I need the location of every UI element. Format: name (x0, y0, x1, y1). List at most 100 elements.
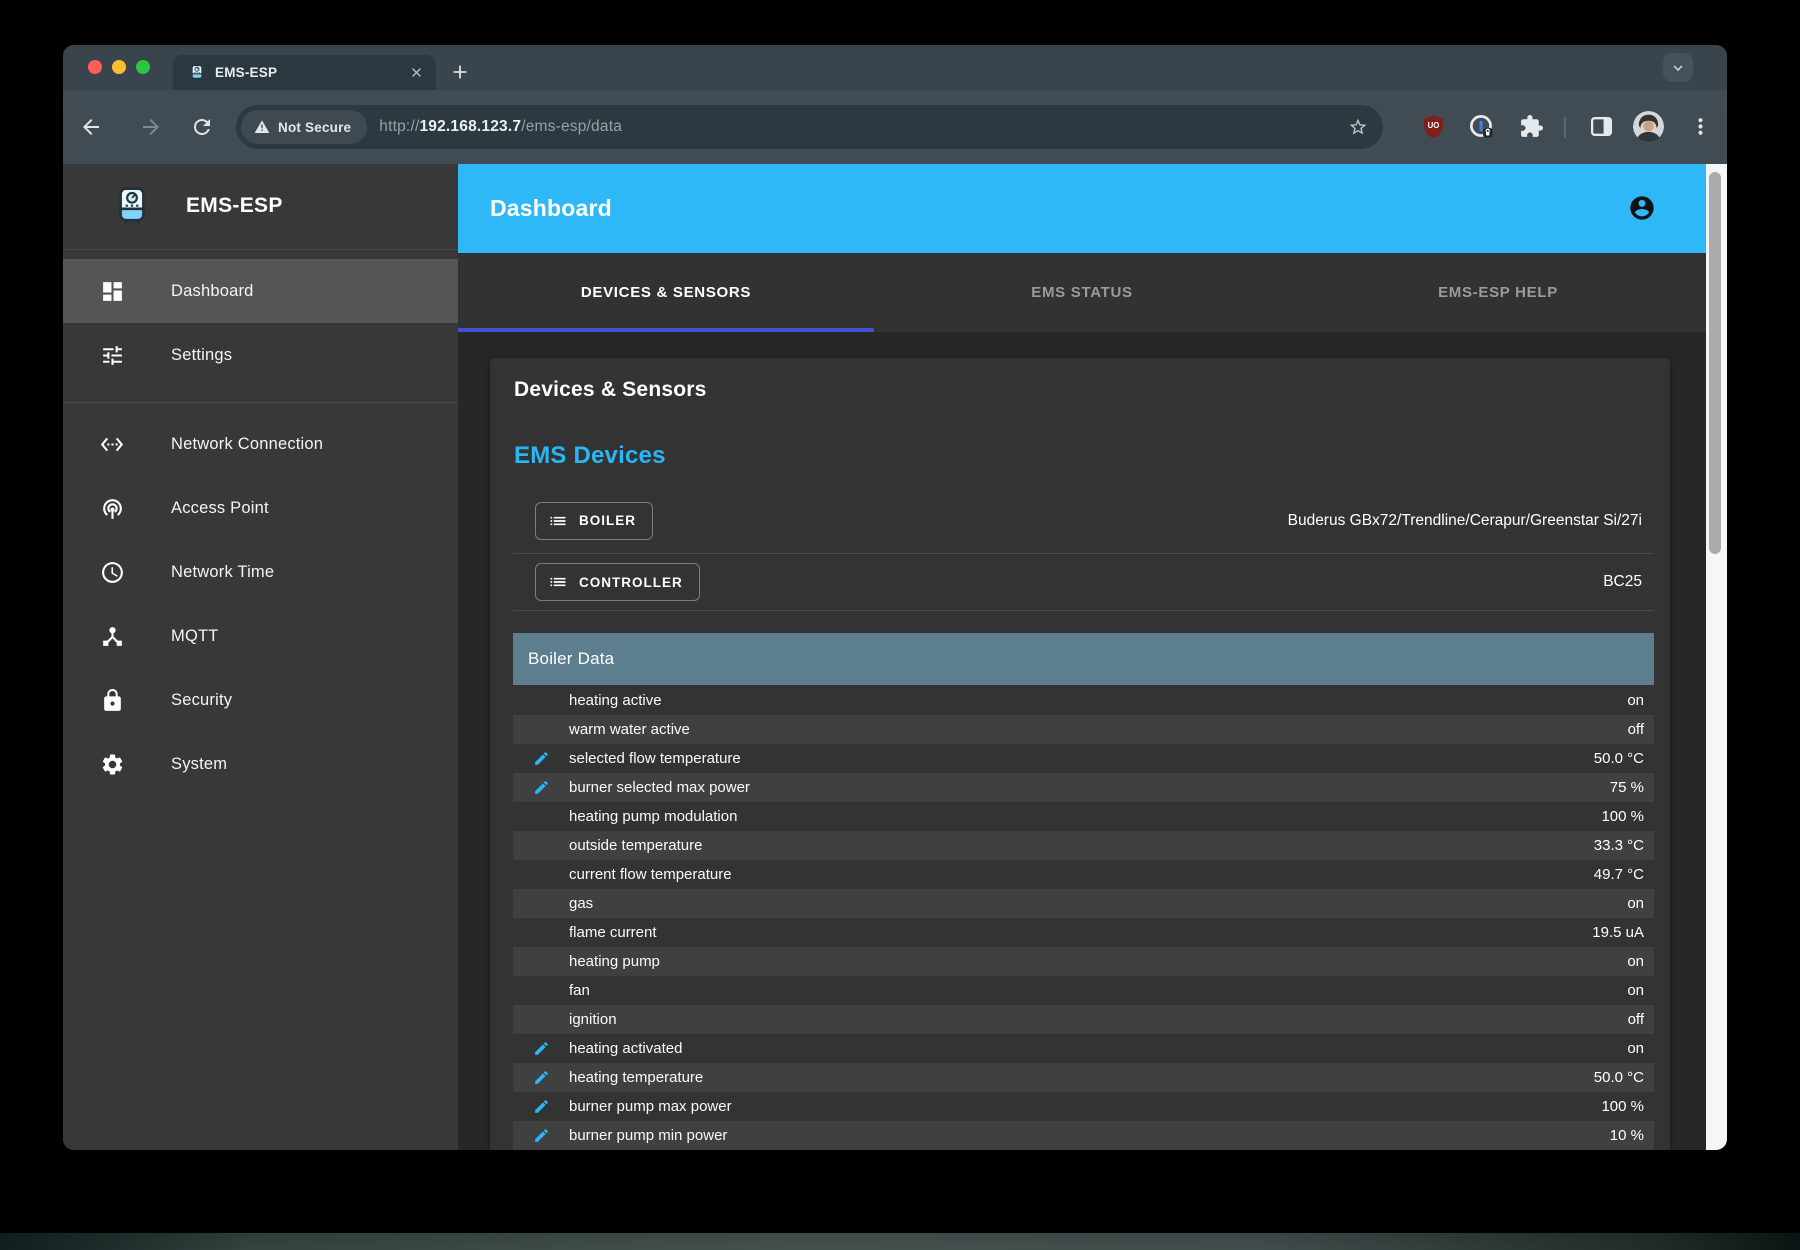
traffic-light-minimize[interactable] (112, 60, 126, 74)
sidebar-divider (63, 402, 458, 403)
main-area: Dashboard DEVICES & SENSORS EMS STATUS E… (458, 164, 1706, 1150)
sidebar-item-system[interactable]: System (63, 732, 458, 796)
row-label: gas (569, 895, 1627, 912)
sidebar-item-label: Access Point (171, 499, 269, 518)
table-row: current flow temperature 49.7 °C (513, 860, 1654, 889)
sidebar-item-security[interactable]: Security (63, 668, 458, 732)
reload-icon[interactable] (190, 115, 214, 139)
forward-icon[interactable] (139, 115, 163, 139)
edit-pencil-icon[interactable] (533, 1040, 550, 1057)
edit-pencil-icon[interactable] (533, 779, 550, 796)
account-circle-icon[interactable] (1628, 194, 1656, 222)
sidebar-item-network-time[interactable]: Network Time (63, 540, 458, 604)
controller-device-button[interactable]: CONTROLLER (535, 563, 700, 601)
row-label: burner pump max power (569, 1098, 1601, 1115)
section-title: Boiler Data (528, 649, 614, 669)
row-label: selected flow temperature (569, 750, 1594, 767)
table-row: fan on (513, 976, 1654, 1005)
tune-icon (100, 343, 125, 368)
edit-pencil-icon[interactable] (533, 1098, 550, 1115)
url-bar[interactable]: Not Secure http://192.168.123.7/ems-esp/… (236, 105, 1383, 149)
sidebar-item-settings[interactable]: Settings (63, 323, 458, 387)
tab-devices-sensors[interactable]: DEVICES & SENSORS (458, 253, 874, 332)
desktop-background: EMS-ESP (0, 0, 1800, 1250)
lock-icon (100, 688, 125, 713)
ems-esp-logo (111, 186, 153, 228)
ems-devices-heading: EMS Devices (514, 442, 666, 470)
device-button-label: BOILER (579, 513, 636, 528)
list-icon (548, 511, 568, 531)
sidebar-item-mqtt[interactable]: MQTT (63, 604, 458, 668)
row-label: heating activated (569, 1040, 1627, 1057)
list-icon (548, 572, 568, 592)
ublock-extension-icon[interactable]: UO (1421, 114, 1446, 139)
row-value: on (1627, 692, 1654, 709)
row-value: 19.5 uA (1592, 924, 1654, 941)
window-chevron-button[interactable] (1663, 53, 1693, 82)
tab-close-icon[interactable] (409, 65, 424, 80)
device-row-boiler: BOILER Buderus GBx72/Trendline/Cerapur/G… (513, 488, 1654, 554)
profile-avatar[interactable] (1633, 111, 1664, 142)
row-value: on (1627, 953, 1654, 970)
table-row: burner pump max power 100 % (513, 1092, 1654, 1121)
sidebar-item-access-point[interactable]: Access Point (63, 476, 458, 540)
table-row: burner pump min power 10 % (513, 1121, 1654, 1150)
row-label: heating pump modulation (569, 808, 1601, 825)
sidebar-item-label: Security (171, 691, 232, 710)
sidebar-item-dashboard[interactable]: Dashboard (63, 259, 458, 323)
device-model: BC25 (700, 573, 1654, 591)
table-row: burner selected max power 75 % (513, 773, 1654, 802)
url-host: 192.168.123.7 (419, 118, 521, 135)
page-scrollbar[interactable] (1706, 164, 1727, 1150)
scrollbar-thumb[interactable] (1709, 172, 1721, 554)
browser-menu-kebab-icon[interactable] (1688, 114, 1713, 139)
table-row: heating active on (513, 686, 1654, 715)
row-label: heating active (569, 692, 1627, 709)
browser-tab-strip: EMS-ESP (63, 45, 1727, 90)
edit-pencil-icon[interactable] (533, 1069, 550, 1086)
traffic-light-close[interactable] (88, 60, 102, 74)
sidebar-item-label: MQTT (171, 627, 219, 646)
app-sidebar: EMS-ESP Dashboard Settings Network Conne… (63, 164, 458, 1150)
bookmark-star-icon[interactable] (1348, 117, 1368, 137)
not-secure-chip[interactable]: Not Secure (241, 110, 367, 144)
new-tab-button[interactable] (449, 61, 471, 83)
content-area: Devices & Sensors EMS Devices BOILER Bud… (458, 332, 1706, 1150)
row-value: 100 % (1601, 808, 1654, 825)
tab-ems-esp-help[interactable]: EMS-ESP HELP (1290, 253, 1706, 332)
row-value: 75 % (1610, 779, 1654, 796)
row-value: 100 % (1601, 1098, 1654, 1115)
row-label: burner pump min power (569, 1127, 1610, 1144)
row-value: 33.3 °C (1594, 837, 1654, 854)
boiler-device-button[interactable]: BOILER (535, 502, 653, 540)
row-value: on (1627, 1040, 1654, 1057)
browser-tab[interactable]: EMS-ESP (173, 55, 436, 90)
row-label: outside temperature (569, 837, 1594, 854)
browser-toolbar: Not Secure http://192.168.123.7/ems-esp/… (63, 90, 1727, 164)
row-label: heating temperature (569, 1069, 1594, 1086)
sidebar-item-network-connection[interactable]: Network Connection (63, 412, 458, 476)
back-icon[interactable] (79, 115, 103, 139)
edit-pencil-icon[interactable] (533, 750, 550, 767)
row-value: off (1628, 1011, 1654, 1028)
tab-ems-status[interactable]: EMS STATUS (874, 253, 1290, 332)
row-label: warm water active (569, 721, 1628, 738)
row-value: off (1628, 721, 1654, 738)
table-row: ignition off (513, 1005, 1654, 1034)
tab-title: EMS-ESP (215, 65, 409, 80)
onepassword-extension-icon[interactable] (1469, 114, 1494, 139)
web-page: EMS-ESP Dashboard Settings Network Conne… (63, 164, 1727, 1150)
sidebar-divider (63, 249, 458, 250)
boiler-data-table: heating active on warm water active off … (513, 686, 1654, 1150)
edit-pencil-icon[interactable] (533, 1127, 550, 1144)
sidebar-item-label: Network Connection (171, 435, 323, 454)
devices-sensors-card: Devices & Sensors EMS Devices BOILER Bud… (490, 358, 1670, 1150)
table-row: outside temperature 33.3 °C (513, 831, 1654, 860)
extensions-puzzle-icon[interactable] (1519, 114, 1544, 139)
page-title: Dashboard (490, 195, 612, 222)
traffic-light-maximize[interactable] (136, 60, 150, 74)
row-value: on (1627, 982, 1654, 999)
not-secure-label: Not Secure (278, 120, 351, 135)
row-value: 50.0 °C (1594, 1069, 1654, 1086)
side-panel-icon[interactable] (1589, 114, 1614, 139)
